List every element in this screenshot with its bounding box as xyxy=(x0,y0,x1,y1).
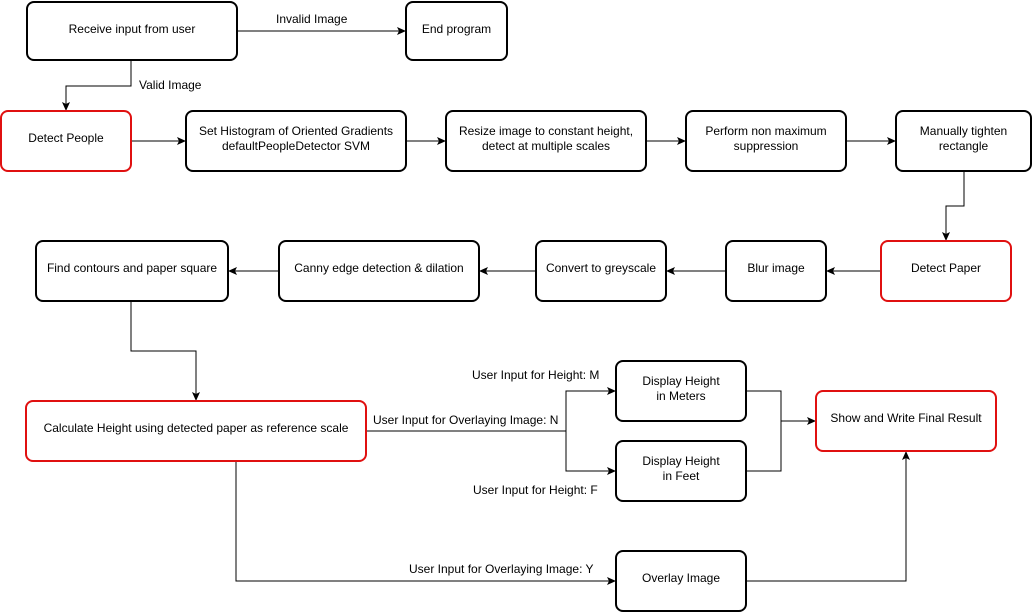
node-label: Overlay Image xyxy=(642,571,720,585)
edge-feet-to-final xyxy=(746,421,782,472)
edge-label-height-m: User Input for Height: M xyxy=(472,368,599,382)
node-meters: Display Heightin Meters xyxy=(615,360,747,422)
node-label: detect at multiple scales xyxy=(482,139,610,153)
node-final: Show and Write Final Result xyxy=(815,390,997,452)
node-end: End program xyxy=(405,1,508,61)
node-contours: Find contours and paper square xyxy=(35,240,229,302)
node-label: Display Height xyxy=(642,374,720,388)
node-canny: Canny edge detection & dilation xyxy=(278,240,480,302)
node-label: Show and Write Final Result xyxy=(830,411,982,425)
node-label: in Meters xyxy=(656,389,705,403)
node-label: Resize image to constant height, xyxy=(459,124,633,138)
node-receive: Receive input from user xyxy=(26,1,238,61)
node-label: suppression xyxy=(734,139,799,153)
flowchart: Receive input from user End program Detect… xyxy=(0,1,1032,612)
node-resize: Resize image to constant height,detect a… xyxy=(445,110,647,172)
node-label: Blur image xyxy=(747,261,805,275)
node-label: Convert to greyscale xyxy=(546,261,656,275)
node-detect-paper: Detect Paper xyxy=(880,240,1012,302)
edge-label-height-f: User Input for Height: F xyxy=(473,483,598,497)
node-nms: Perform non maximumsuppression xyxy=(685,110,847,172)
node-label: rectangle xyxy=(939,139,989,153)
edge-meters-to-final xyxy=(746,390,816,425)
edge-tighten-to-paper xyxy=(942,171,965,241)
node-overlay: Overlay Image xyxy=(615,550,747,612)
edge-contours-to-calc xyxy=(130,301,200,401)
node-label: Detect Paper xyxy=(911,261,981,275)
edge-label-overlay-y: User Input for Overlaying Image: Y xyxy=(409,562,594,576)
node-label: Canny edge detection & dilation xyxy=(294,261,463,275)
node-grey: Convert to greyscale xyxy=(535,240,667,302)
node-label: Manually tighten xyxy=(920,124,1007,138)
edge-receive-to-detect-people xyxy=(62,60,132,111)
node-label: Perform non maximum xyxy=(705,124,826,138)
node-label: Calculate Height using detected paper as… xyxy=(44,421,349,435)
node-label: Set Histogram of Oriented Gradients xyxy=(199,124,393,138)
node-label: End program xyxy=(422,22,491,36)
edge-calc-to-feet xyxy=(565,431,616,475)
node-feet: Display Heightin Feet xyxy=(615,440,747,502)
node-hog: Set Histogram of Oriented Gradientsdefau… xyxy=(185,110,407,172)
node-label: Find contours and paper square xyxy=(47,261,217,275)
edge-label-invalid: Invalid Image xyxy=(276,12,348,26)
node-label: Receive input from user xyxy=(69,22,196,36)
node-tighten: Manually tightenrectangle xyxy=(895,110,1032,172)
edge-label-valid: Valid Image xyxy=(139,78,202,92)
node-calc: Calculate Height using detected paper as… xyxy=(25,400,367,462)
node-detect-people: Detect People xyxy=(0,110,132,172)
node-blur: Blur image xyxy=(725,240,827,302)
edge-label-overlay-n: User Input for Overlaying Image: N xyxy=(373,413,558,427)
node-label: Detect People xyxy=(28,131,104,145)
node-label: in Feet xyxy=(663,469,700,483)
node-label: Display Height xyxy=(642,454,720,468)
node-label: defaultPeopleDetector SVM xyxy=(222,139,370,153)
